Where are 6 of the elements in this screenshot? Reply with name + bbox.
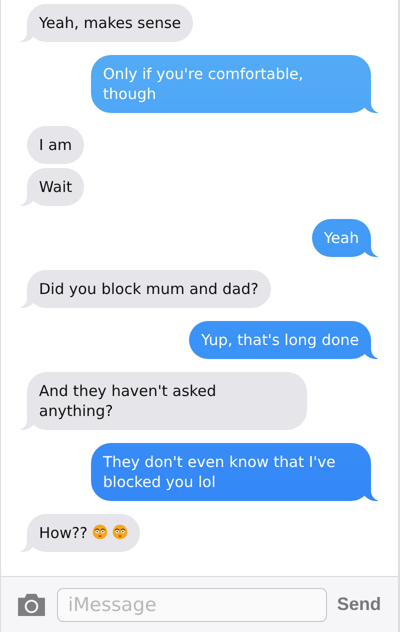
received-message: I am: [27, 126, 84, 164]
message-field[interactable]: iMessage: [57, 588, 327, 622]
camera-icon[interactable]: [16, 592, 47, 617]
send-button[interactable]: Send: [337, 594, 382, 615]
flushed-face-icon: [92, 524, 108, 540]
flushed-face-icon: [112, 524, 128, 540]
